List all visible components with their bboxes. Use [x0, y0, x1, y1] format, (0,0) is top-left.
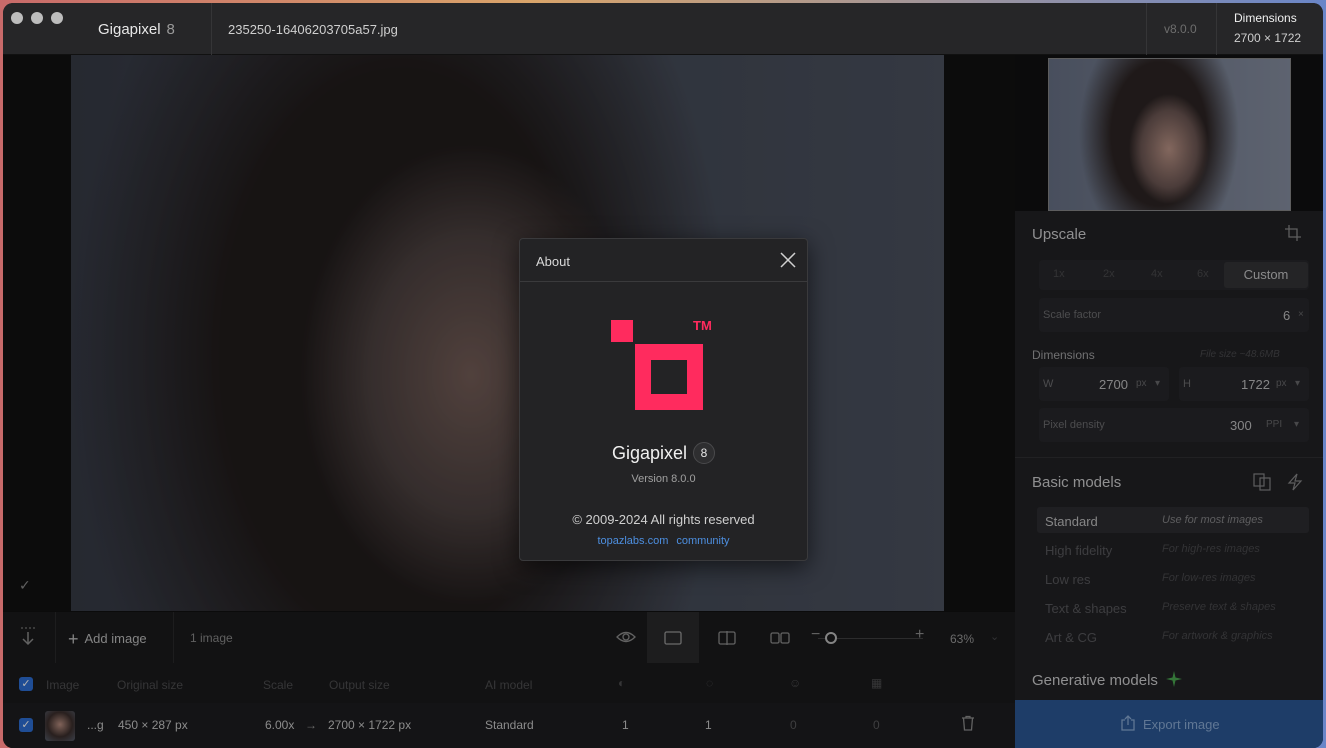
scale-option-custom[interactable]: Custom	[1224, 262, 1308, 288]
topaz-logo: TM	[611, 318, 719, 414]
scale-option-1x[interactable]: 1x	[1053, 268, 1065, 280]
height-label: H	[1183, 378, 1191, 390]
model-low-res[interactable]: Low res For low-res images	[1037, 565, 1309, 591]
about-dialog: About TM Gigapixel 8 Version 8.0.0 © 2009…	[519, 238, 808, 561]
chevron-down-icon[interactable]: ▾	[1294, 419, 1299, 430]
scale-selector[interactable]: 1x 2x 4x 6x Custom	[1039, 260, 1309, 290]
stepper-icon[interactable]: ×	[1298, 309, 1304, 320]
upscale-title: Upscale	[1032, 226, 1087, 243]
model-description: For low-res images	[1162, 572, 1256, 584]
scale-factor-field[interactable]: Scale factor 6 ×	[1039, 298, 1309, 332]
file-size-hint: File size ~48.6MB	[1200, 349, 1280, 360]
export-icon	[1121, 715, 1135, 736]
dialog-copyright: © 2009-2024 All rights reserved	[572, 512, 755, 527]
scale-factor-value[interactable]: 6	[1283, 308, 1290, 323]
model-name: Standard	[1045, 514, 1098, 529]
app-window: Gigapixel 8 235250-16406203705a57.jpg v8.…	[3, 3, 1323, 748]
crop-icon[interactable]	[1285, 225, 1301, 246]
preview-thumbnail	[1048, 58, 1291, 211]
app-version: 8	[166, 21, 175, 38]
dialog-title: About	[536, 254, 570, 269]
community-link[interactable]: community	[676, 535, 729, 547]
compare-models-icon[interactable]	[1253, 473, 1271, 496]
version-badge: 8	[693, 442, 716, 464]
dialog-version: Version 8.0.0	[631, 473, 696, 485]
divider	[1216, 3, 1217, 55]
titlebar: Gigapixel 8 235250-16406203705a57.jpg v8.…	[3, 3, 1323, 55]
model-description: For high-res images	[1162, 543, 1260, 555]
scale-option-6x[interactable]: 6x	[1197, 268, 1209, 280]
model-high-fidelity[interactable]: High fidelity For high-res images	[1037, 536, 1309, 562]
divider	[1015, 457, 1323, 458]
modal-backdrop[interactable]	[3, 55, 1015, 748]
dialog-app-name: Gigapixel 8	[520, 442, 807, 464]
dimensions-heading: Dimensions	[1234, 11, 1297, 25]
dimensions-value: 2700 × 1722	[1234, 31, 1302, 45]
window-minimize-button[interactable]	[31, 12, 43, 24]
model-description: Preserve text & shapes	[1162, 601, 1276, 613]
export-image-label: Export image	[1143, 717, 1220, 732]
model-name: High fidelity	[1045, 543, 1113, 558]
model-description: For artwork & graphics	[1162, 630, 1273, 642]
model-name: Low res	[1045, 572, 1091, 587]
close-icon[interactable]	[777, 249, 799, 271]
dialog-app-label: Gigapixel	[611, 443, 688, 463]
pixel-density-label: Pixel density	[1043, 419, 1105, 431]
width-value[interactable]: 2700	[1099, 377, 1128, 392]
right-panel: Upscale 1x 2x 4x 6x Custom Scale factor …	[1015, 55, 1323, 748]
app-name: Gigapixel	[98, 21, 161, 38]
app-title: Gigapixel 8	[98, 21, 175, 38]
scale-factor-label: Scale factor	[1043, 309, 1102, 321]
pixel-density-unit[interactable]: PPI	[1266, 419, 1282, 430]
divider	[1146, 3, 1147, 55]
height-unit[interactable]: px	[1276, 378, 1287, 389]
dimensions-title: Dimensions	[1032, 348, 1095, 362]
height-value[interactable]: 1722	[1241, 377, 1270, 392]
width-field[interactable]: W 2700 px ▾	[1039, 367, 1169, 401]
basic-models-title: Basic models	[1032, 474, 1122, 491]
width-label: W	[1043, 378, 1054, 390]
navigator-preview[interactable]	[1015, 55, 1323, 211]
generative-models-title: Generative models	[1032, 672, 1158, 689]
scale-option-2x[interactable]: 2x	[1103, 268, 1115, 280]
chevron-down-icon[interactable]: ▾	[1295, 378, 1300, 389]
model-description: Use for most images	[1162, 514, 1263, 526]
window-zoom-button[interactable]	[51, 12, 63, 24]
scale-option-4x[interactable]: 4x	[1151, 268, 1163, 280]
model-art-cg[interactable]: Art & CG For artwork & graphics	[1037, 623, 1309, 649]
file-name: 235250-16406203705a57.jpg	[228, 22, 398, 37]
window-close-button[interactable]	[11, 12, 23, 24]
dialog-header: About	[520, 239, 807, 282]
sparkle-icon	[1165, 670, 1183, 693]
pixel-density-value[interactable]: 300	[1230, 418, 1252, 433]
topazlabs-link[interactable]: topazlabs.com	[597, 535, 668, 547]
trademark-mark: TM	[693, 318, 712, 333]
model-name: Text & shapes	[1045, 601, 1127, 616]
model-text-shapes[interactable]: Text & shapes Preserve text & shapes	[1037, 594, 1309, 620]
model-standard[interactable]: Standard Use for most images	[1037, 507, 1309, 533]
divider	[211, 3, 212, 55]
chevron-down-icon[interactable]: ▾	[1155, 378, 1160, 389]
version-tag: v8.0.0	[1164, 22, 1197, 36]
lightning-icon[interactable]	[1287, 473, 1303, 496]
model-name: Art & CG	[1045, 630, 1098, 645]
height-field[interactable]: H 1722 px ▾	[1179, 367, 1309, 401]
export-image-button[interactable]: Export image	[1015, 700, 1323, 748]
pixel-density-field[interactable]: Pixel density 300 PPI ▾	[1039, 408, 1309, 442]
dialog-links: topazlabs.com community	[520, 535, 807, 547]
width-unit[interactable]: px	[1136, 378, 1147, 389]
